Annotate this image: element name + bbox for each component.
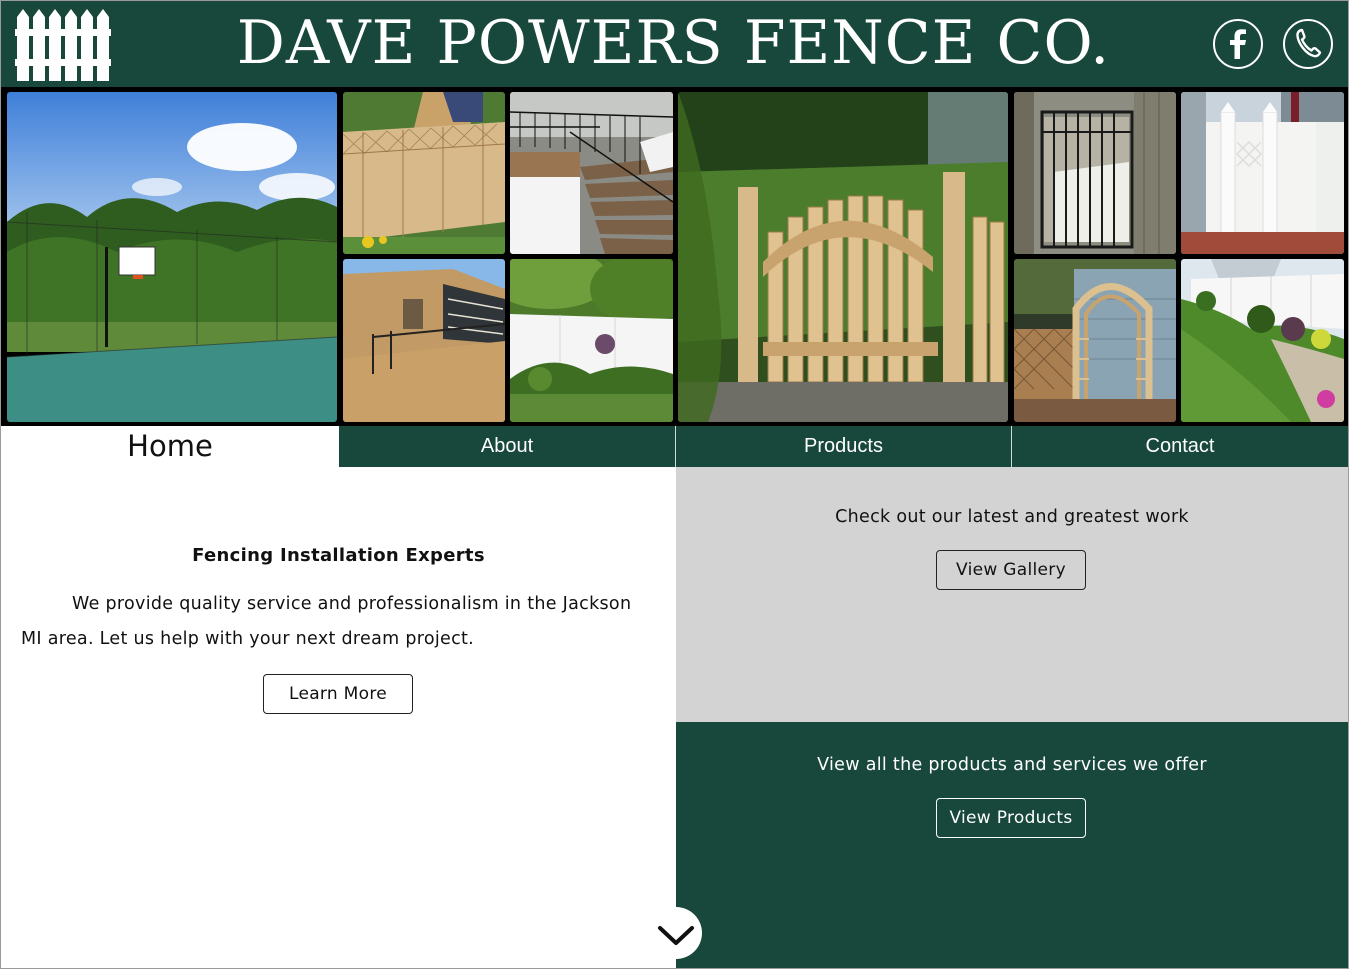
view-gallery-button[interactable]: View Gallery xyxy=(936,550,1086,590)
facebook-icon[interactable] xyxy=(1213,19,1263,69)
photo-white-vinyl-fence[interactable] xyxy=(510,259,673,422)
photo-black-metal-gate[interactable] xyxy=(1014,92,1176,254)
products-promo-text: View all the products and services we of… xyxy=(817,755,1207,775)
phone-icon[interactable] xyxy=(1283,19,1333,69)
intro-section: Fencing Installation Experts We provide … xyxy=(1,467,676,968)
picket-fence-icon[interactable] xyxy=(15,7,113,81)
nav-products[interactable]: Products xyxy=(676,426,1011,467)
photo-gallery xyxy=(1,87,1348,426)
nav-about[interactable]: About xyxy=(339,426,675,467)
photo-wood-arched-gate[interactable] xyxy=(678,92,1008,422)
learn-more-button[interactable]: Learn More xyxy=(263,674,413,714)
main-nav: Home About Products Contact xyxy=(1,426,1348,467)
chevron-down-icon xyxy=(658,926,694,945)
view-products-button[interactable]: View Products xyxy=(936,798,1086,838)
site-title: DAVE POWERS FENCE CO. xyxy=(236,8,1111,78)
nav-contact[interactable]: Contact xyxy=(1012,426,1348,467)
photo-chain-link-fence[interactable] xyxy=(343,259,505,422)
scroll-down-button[interactable] xyxy=(650,907,702,959)
gallery-promo-text: Check out our latest and greatest work xyxy=(835,507,1189,527)
nav-home[interactable]: Home xyxy=(1,426,339,467)
photo-basketball-court[interactable] xyxy=(7,92,337,422)
photo-wood-lattice-fence[interactable] xyxy=(343,92,505,254)
gallery-promo: Check out our latest and greatest work V… xyxy=(676,467,1348,722)
photo-white-vinyl-gate[interactable] xyxy=(1181,92,1344,254)
intro-paragraph: We provide quality service and professio… xyxy=(21,594,632,649)
photo-wood-arbor[interactable] xyxy=(1014,259,1176,422)
intro-heading: Fencing Installation Experts xyxy=(192,545,485,566)
page: DAVE POWERS FENCE CO. Home About Product… xyxy=(0,0,1349,969)
site-header: DAVE POWERS FENCE CO. xyxy=(1,1,1348,87)
products-promo: View all the products and services we of… xyxy=(676,722,1348,968)
photo-vinyl-fence-garden[interactable] xyxy=(1181,259,1344,422)
photo-black-railing-stairs[interactable] xyxy=(510,92,673,254)
